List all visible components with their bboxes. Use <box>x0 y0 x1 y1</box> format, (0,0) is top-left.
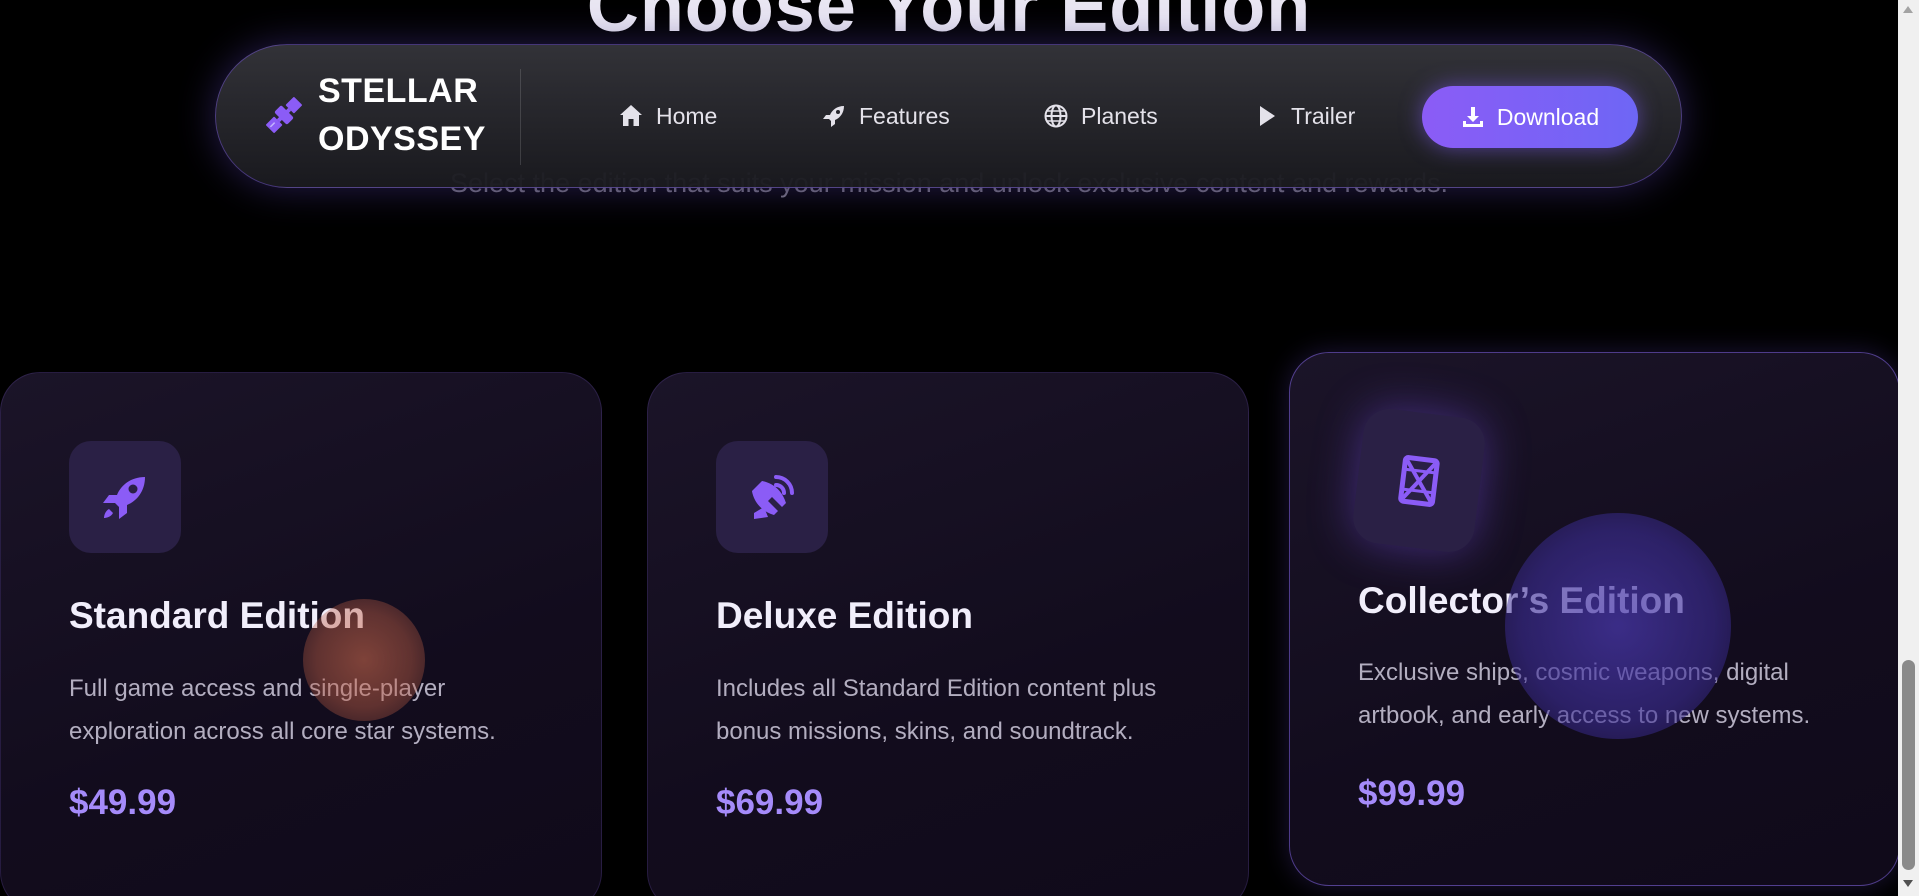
satellite-dish-icon <box>752 475 794 519</box>
edition-price: $99.99 <box>1358 774 1466 813</box>
nav-item-features-label: Features <box>859 102 950 129</box>
artifact-icon <box>1398 454 1440 507</box>
edition-description: Full game access and single-player explo… <box>69 675 496 745</box>
scroll-up-arrow-icon[interactable] <box>1903 6 1913 13</box>
brand-logo[interactable]: STELLAR ODYSSEY <box>262 65 486 165</box>
download-icon <box>1462 107 1483 127</box>
edition-icon-tile <box>1350 406 1488 555</box>
scrollbar-thumb[interactable] <box>1902 660 1915 870</box>
navbar: STELLAR ODYSSEY Home Features Planets Tr… <box>215 44 1682 188</box>
nav-divider <box>520 69 521 165</box>
brand-name-line2: ODYSSEY <box>318 120 486 158</box>
rocket-icon <box>823 106 844 127</box>
nav-item-home-label: Home <box>656 102 718 129</box>
nav-links: Home Features Planets Trailer <box>618 45 1423 187</box>
edition-title: Deluxe Edition <box>716 595 973 636</box>
nav-item-home[interactable]: Home <box>618 103 821 130</box>
edition-card-standard[interactable]: Standard Edition Full game access and si… <box>0 372 602 896</box>
edition-price: $69.99 <box>716 783 824 822</box>
brand-name-line1: STELLAR <box>318 72 479 110</box>
home-icon <box>620 105 642 126</box>
edition-title: Collector’s Edition <box>1358 580 1685 621</box>
download-button-label: Download <box>1496 103 1600 130</box>
edition-description: Exclusive ships, cosmic weapons, digital… <box>1358 659 1811 729</box>
edition-icon-tile <box>716 441 828 553</box>
vertical-scrollbar[interactable] <box>1898 0 1919 896</box>
nav-item-features[interactable]: Features <box>821 103 1043 130</box>
download-button[interactable]: Download <box>1422 86 1638 148</box>
edition-card-deluxe[interactable]: Deluxe Edition Includes all Standard Edi… <box>647 372 1249 896</box>
satellite-icon <box>262 93 306 137</box>
scroll-down-arrow-icon[interactable] <box>1903 880 1913 887</box>
edition-title: Standard Edition <box>69 595 365 636</box>
edition-icon-tile <box>69 441 181 553</box>
nav-item-trailer[interactable]: Trailer <box>1253 103 1423 130</box>
rocket-icon <box>103 477 145 519</box>
section-title: Choose Your Edition <box>586 0 1312 47</box>
nav-item-planets[interactable]: Planets <box>1043 103 1253 130</box>
globe-icon <box>1044 104 1068 128</box>
edition-price: $49.99 <box>69 783 177 822</box>
nav-item-trailer-label: Trailer <box>1291 102 1356 129</box>
brand-name: STELLAR ODYSSEY <box>318 67 486 163</box>
page: Choose Your Edition Select the edition t… <box>0 0 1919 896</box>
edition-card-collectors[interactable]: Collector’s Edition Exclusive ships, cos… <box>1289 352 1900 886</box>
edition-description: Includes all Standard Edition content pl… <box>716 675 1157 745</box>
play-icon <box>1260 106 1275 126</box>
nav-item-planets-label: Planets <box>1081 102 1158 129</box>
